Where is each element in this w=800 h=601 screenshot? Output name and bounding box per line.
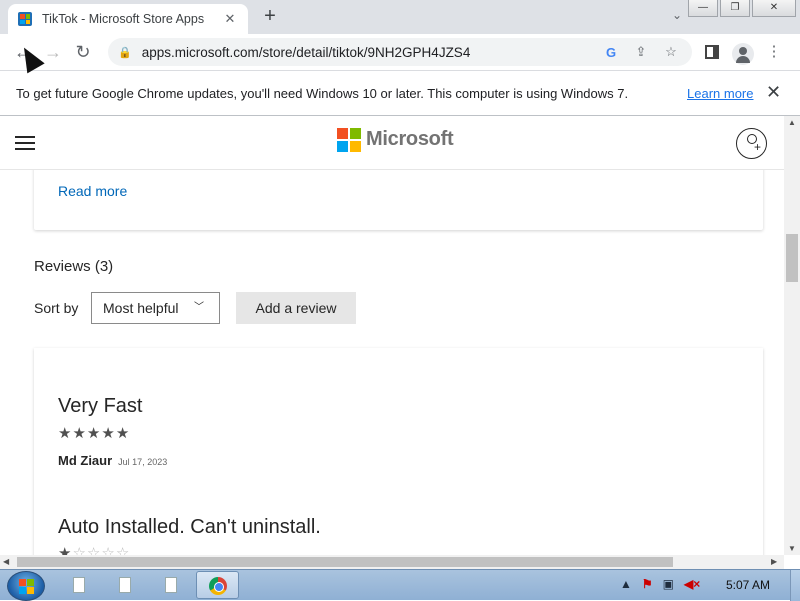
bookmark-star-icon[interactable]: ☆ (660, 44, 682, 60)
star-icon: ☆ (101, 545, 116, 555)
reviews-card: Very Fast ★★★★★ Md Ziaur Jul 17, 2023 Aut… (34, 348, 763, 555)
lock-icon[interactable]: 🔒 (118, 46, 132, 59)
account-icon[interactable] (736, 128, 767, 159)
star-rating: ★★★★★ (58, 424, 130, 442)
star-icon: ★ (86, 425, 102, 442)
reviewer-name: Md Ziaur (58, 453, 113, 468)
profile-icon[interactable] (732, 42, 754, 65)
volume-icon[interactable]: ◀× (684, 577, 700, 591)
taskbar-chrome-button[interactable] (196, 571, 239, 599)
maximize-button[interactable]: ❐ (720, 0, 750, 17)
sort-dropdown[interactable]: Most helpful ﹀ (91, 292, 220, 324)
read-more-link[interactable]: Read more (58, 183, 127, 199)
review-title: Auto Installed. Can't uninstall. (58, 516, 321, 538)
infobar-message: To get future Google Chrome updates, you… (16, 85, 629, 101)
microsoft-logo-icon[interactable] (337, 128, 361, 152)
menu-kebab-icon[interactable]: ⋮ (762, 38, 786, 66)
taskbar-file-icon[interactable] (114, 574, 136, 596)
star-icon: ★ (115, 425, 131, 442)
scroll-right-icon[interactable]: ▶ (771, 557, 777, 566)
browser-toolbar: ← → ↻ 🔒 apps.microsoft.com/store/detail/… (0, 34, 800, 70)
action-center-icon[interactable]: ⚑ (642, 577, 653, 591)
store-favicon-icon (18, 12, 32, 26)
hamburger-menu-icon[interactable] (15, 136, 35, 150)
address-bar[interactable]: 🔒 apps.microsoft.com/store/detail/tiktok… (108, 38, 692, 66)
horizontal-scroll-thumb[interactable] (17, 557, 673, 567)
scroll-left-icon[interactable]: ◀ (3, 557, 9, 566)
star-icon: ★ (101, 425, 116, 442)
minimize-button[interactable]: — (688, 0, 718, 17)
review-date: Jul 17, 2023 (118, 457, 168, 467)
vertical-scrollbar[interactable]: ▲ ▼ (784, 116, 800, 555)
microsoft-brand[interactable]: Microsoft (366, 128, 454, 151)
network-icon[interactable]: ▣ (663, 577, 674, 591)
start-button[interactable] (7, 571, 45, 601)
reviews-heading: Reviews (3) (34, 258, 114, 275)
star-icon: ☆ (72, 545, 87, 555)
tray-expand-icon[interactable]: ▲ (620, 577, 632, 591)
show-desktop-button[interactable] (790, 570, 800, 601)
google-lens-icon[interactable]: G (600, 45, 622, 60)
horizontal-scrollbar[interactable]: ◀ ▶ (0, 555, 784, 569)
tab-title: TikTok - Microsoft Store Apps (42, 12, 205, 26)
clock[interactable]: 5:07 AM (726, 578, 770, 592)
update-infobar: To get future Google Chrome updates, you… (0, 70, 800, 116)
browser-tab[interactable]: TikTok - Microsoft Store Apps ✕ (8, 4, 248, 34)
star-icon: ☆ (86, 545, 102, 555)
vertical-scroll-thumb[interactable] (786, 234, 798, 282)
side-panel-icon[interactable] (705, 45, 719, 59)
tab-strip: TikTok - Microsoft Store Apps ✕ + ⌄ — ❐ … (0, 0, 800, 34)
system-tray: ▲ ⚑ ▣ ◀× (620, 577, 700, 591)
new-tab-button[interactable]: + (258, 5, 282, 29)
taskbar-file-icon[interactable] (160, 574, 182, 596)
review-title: Very Fast (58, 395, 143, 417)
star-rating: ★☆☆☆☆ (58, 544, 130, 555)
chrome-icon (209, 577, 227, 595)
star-icon: ★ (58, 545, 73, 555)
reload-button[interactable]: ↻ (68, 37, 98, 67)
infobar-close-icon[interactable]: ✕ (766, 82, 781, 103)
window-controls: — ❐ ✕ (688, 0, 796, 17)
url-text[interactable]: apps.microsoft.com/store/detail/tiktok/9… (142, 45, 592, 60)
chevron-down-icon: ﹀ (194, 302, 204, 313)
sort-value: Most helpful (103, 300, 179, 316)
star-icon: ☆ (115, 545, 131, 555)
taskbar-file-icon[interactable] (68, 574, 90, 596)
close-window-button[interactable]: ✕ (752, 0, 796, 17)
ms-header: Microsoft (0, 116, 784, 170)
add-review-button[interactable]: Add a review (236, 292, 356, 324)
sort-label: Sort by (34, 300, 79, 316)
page-viewport: Read more Microsoft Reviews (3) Sort by … (0, 116, 784, 555)
share-icon[interactable]: ⇪ (630, 44, 652, 60)
scroll-up-icon[interactable]: ▲ (788, 118, 796, 127)
star-icon: ★ (72, 425, 87, 442)
learn-more-link[interactable]: Learn more (687, 86, 753, 101)
star-icon: ★ (58, 425, 73, 442)
scroll-down-icon[interactable]: ▼ (788, 544, 796, 553)
windows-taskbar: ▲ ⚑ ▣ ◀× 5:07 AM (0, 569, 800, 601)
tab-close-icon[interactable]: ✕ (222, 11, 238, 27)
reviewer: Md Ziaur Jul 17, 2023 (58, 453, 167, 468)
tab-search-icon[interactable]: ⌄ (672, 8, 682, 22)
